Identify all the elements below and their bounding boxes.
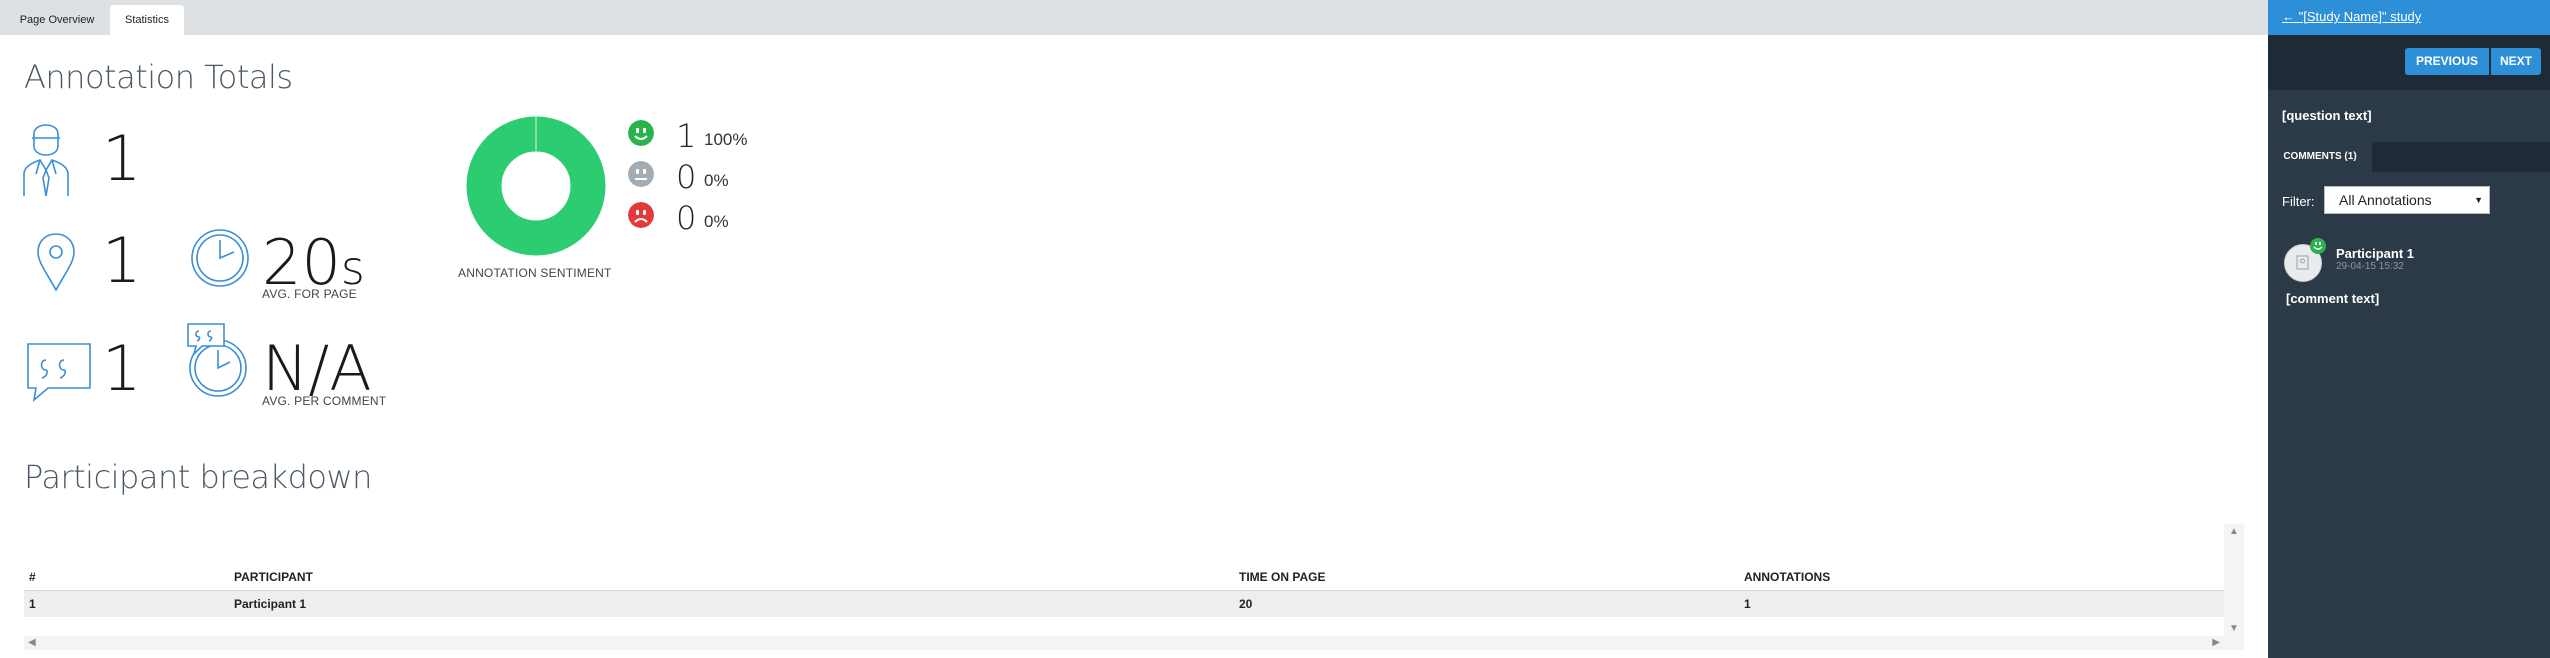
smiley-sad-icon [628,202,654,228]
annotation-sidebar: ← "[Study Name]" study PREVIOUS NEXT [qu… [2268,0,2550,658]
cell-number: 1 [24,590,229,617]
sentiment-donut-chart [466,116,606,256]
locations-count: 1 [102,224,142,297]
tab-statistics[interactable]: Statistics [110,5,184,35]
comments-count: 1 [102,332,142,405]
sidebar-header: ← "[Study Name]" study [2268,0,2550,35]
smiley-happy-badge-icon [2310,238,2326,254]
sentiment-caption: ANNOTATION SENTIMENT [458,266,612,280]
column-header-annotations[interactable]: ANNOTATIONS [1739,564,2224,591]
avg-time-comment-value: N/A [262,332,372,405]
comment-text: [comment text] [2286,291,2380,306]
cell-annotations: 1 [1739,590,2224,617]
sentiment-negative-percent: 0% [704,212,729,231]
sentiment-positive-percent: 100% [704,130,748,149]
horizontal-scrollbar[interactable]: ◀ ▶ [24,636,2244,650]
scroll-up-arrow-icon[interactable]: ▲ [2224,526,2244,537]
scroll-left-arrow-icon[interactable]: ◀ [28,636,36,650]
next-button[interactable]: NEXT [2491,48,2541,75]
map-pin-icon [37,233,75,292]
filter-select[interactable]: All Annotations ▼ [2324,186,2490,214]
clock-icon [191,229,249,287]
comment-author: Participant 1 [2336,246,2415,261]
column-header-number[interactable]: # [24,564,229,591]
smiley-happy-icon [628,120,654,146]
previous-button[interactable]: PREVIOUS [2405,48,2489,75]
filter-select-value: All Annotations [2339,192,2432,208]
sentiment-negative-count: 0 [676,199,697,237]
caret-down-icon: ▼ [2474,195,2483,205]
vertical-scrollbar[interactable]: ▲ ▼ [2224,524,2244,636]
smiley-neutral-icon [628,161,654,187]
sentiment-neutral-percent: 0% [704,171,729,190]
back-to-study-link[interactable]: ← "[Study Name]" study [2282,9,2421,24]
tab-bar: Page Overview Statistics [0,0,2268,35]
avg-time-page-caption: AVG. FOR PAGE [262,287,357,301]
sentiment-positive-count: 1 [676,117,697,155]
table-header-row: # PARTICIPANT TIME ON PAGE ANNOTATIONS [24,564,2224,591]
column-header-time-on-page[interactable]: TIME ON PAGE [1234,564,1739,591]
filter-label: Filter: [2282,194,2315,209]
comment-date: 29-04-15 15:32 [2336,261,2404,272]
sentiment-neutral-count: 0 [676,158,697,196]
comment-clock-icon [187,323,247,397]
participant-breakdown-title: Participant breakdown [24,458,372,496]
tab-comments[interactable]: COMMENTS (1) [2268,142,2372,172]
comment-quote-icon [27,343,91,402]
avg-time-comment-caption: AVG. PER COMMENT [262,394,387,408]
scroll-down-arrow-icon[interactable]: ▼ [2224,623,2244,634]
sidebar-nav-row: PREVIOUS NEXT [2268,35,2550,90]
scroll-right-arrow-icon[interactable]: ▶ [2212,636,2220,650]
main-panel: Page Overview Statistics Annotation Tota… [0,0,2268,658]
participants-count: 1 [102,122,142,195]
comments-tab-bar: COMMENTS (1) [2268,142,2550,172]
breakdown-table: # PARTICIPANT TIME ON PAGE ANNOTATIONS 1… [24,564,2224,617]
breakdown-table-container[interactable]: # PARTICIPANT TIME ON PAGE ANNOTATIONS 1… [24,524,2244,652]
table-row[interactable]: 1 Participant 1 20 1 [24,590,2224,617]
cell-participant: Participant 1 [229,590,1234,617]
question-text: [question text] [2282,108,2372,123]
annotation-totals-title: Annotation Totals [24,58,293,96]
cell-time-on-page: 20 [1234,590,1739,617]
column-header-participant[interactable]: PARTICIPANT [229,564,1234,591]
tab-page-overview[interactable]: Page Overview [12,5,102,35]
participant-icon [23,124,69,197]
